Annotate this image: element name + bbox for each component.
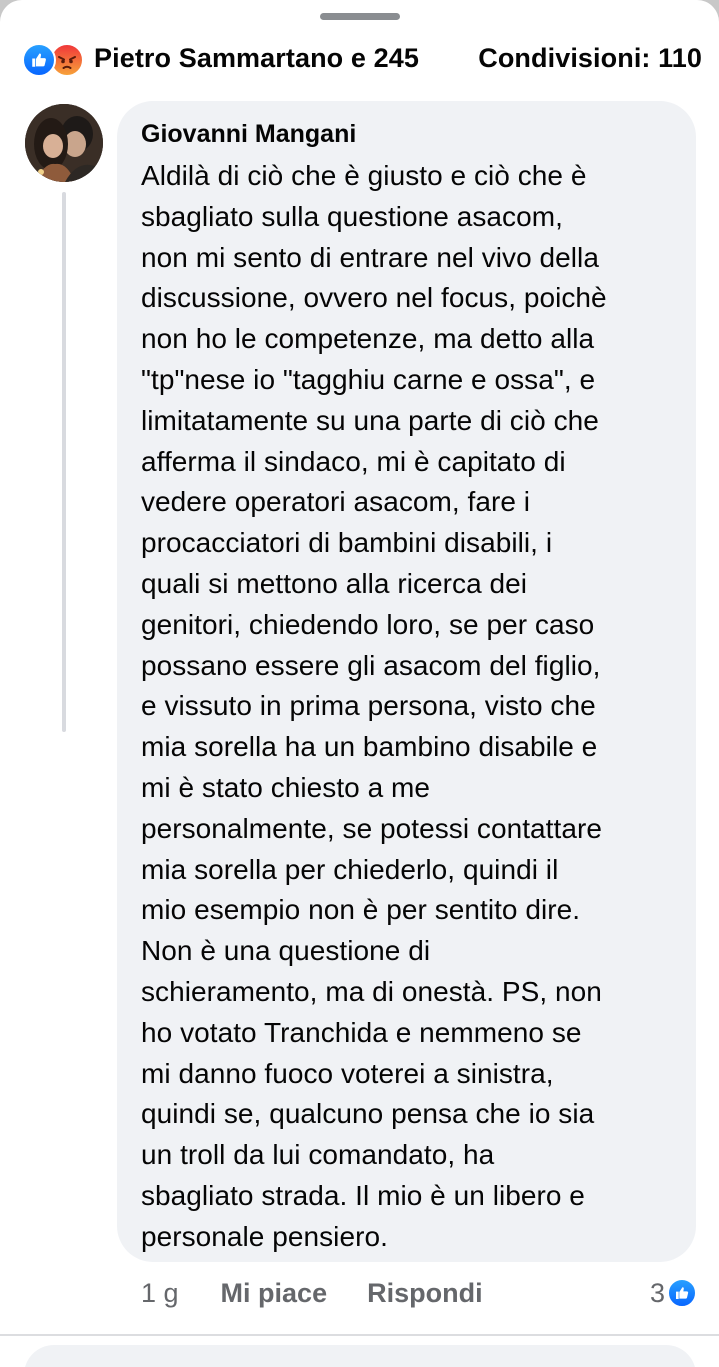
comment-line: Non è una questione di [141, 935, 431, 967]
drag-handle[interactable] [320, 13, 400, 20]
comment-line: sbagliato sulla questione asacom, [141, 200, 563, 232]
comment-bubble[interactable]: Giovanni Mangani Aldilà di ciò che è giu… [117, 101, 696, 1262]
reply-button[interactable]: Rispondi [367, 1278, 483, 1309]
reaction-names[interactable]: Pietro Sammartano e 245 [94, 43, 419, 74]
thread-line [62, 192, 66, 732]
comment-line: genitori, chiedendo loro, se per caso [141, 608, 595, 640]
comment-line: limitatamente su una parte di ciò che [141, 404, 599, 436]
comment-actions: 1 g Mi piace Rispondi 3 [117, 1272, 697, 1314]
comment-line: mi danno fuoco voterei a sinistra, [141, 1057, 554, 1089]
comment-line: personale pensiero. [141, 1220, 388, 1252]
comment-line: mia sorella per chiederlo, quindi il [141, 853, 559, 885]
comment-line: quali si mettono alla ricerca dei [141, 567, 528, 599]
comment-line: mi è stato chiesto a me [141, 771, 431, 803]
post-reaction-summary[interactable]: Pietro Sammartano e 245 Condivisioni: 11… [22, 38, 702, 78]
share-count[interactable]: Condivisioni: 110 [478, 43, 702, 74]
comment-line: mio esempio non è per sentito dire. [141, 894, 581, 926]
comment-line: afferma il sindaco, mi è capitato di [141, 445, 566, 477]
comment-line: vedere operatori asacom, fare i [141, 486, 531, 518]
like-icon [22, 43, 56, 77]
comment-timestamp[interactable]: 1 g [141, 1278, 179, 1309]
comment-line: Aldilà di ciò che è giusto e ciò che è [141, 160, 587, 191]
avatar[interactable] [25, 104, 103, 182]
comment-line: "tp"nese io "tagghiu carne e ossa", e [141, 363, 596, 395]
comment-line: procacciatori di bambini disabili, i [141, 527, 553, 559]
next-comment-bubble[interactable] [24, 1345, 696, 1367]
comment-line: non mi sento di entrare nel vivo della [141, 241, 599, 273]
comment-line: discussione, ovvero nel focus, poichè [141, 282, 607, 314]
comment-text: Aldilà di ciò che è giusto e ciò che è s… [141, 156, 672, 1258]
comments-sheet: Pietro Sammartano e 245 Condivisioni: 11… [0, 0, 719, 1367]
reaction-icons [22, 41, 90, 77]
comment-line: ho votato Tranchida e nemmeno se [141, 1016, 582, 1048]
divider [0, 1334, 719, 1336]
comment-line: e vissuto in prima persona, visto che [141, 690, 596, 722]
reaction-count-number: 3 [649, 1277, 665, 1308]
like-icon [667, 1278, 697, 1308]
comment-author[interactable]: Giovanni Mangani [141, 117, 672, 151]
comment-line: un troll da lui comandato, ha [141, 1139, 495, 1171]
comment-line: non ho le competenze, ma detto alla [141, 323, 595, 355]
comment-line: personalmente, se potessi contattare [141, 812, 602, 844]
comment-line: sbagliato strada. Il mio è un libero e [141, 1179, 585, 1211]
like-button[interactable]: Mi piace [221, 1278, 328, 1309]
comment-line: mia sorella ha un bambino disabile e [141, 731, 598, 763]
comment-line: schieramento, ma di onestà. PS, non [141, 975, 602, 1007]
comment-line: quindi se, qualcuno pensa che io sia [141, 1098, 595, 1130]
comment-reaction-count[interactable]: 3 [650, 1278, 697, 1309]
comment-line: possano essere gli asacom del figlio, [141, 649, 601, 681]
